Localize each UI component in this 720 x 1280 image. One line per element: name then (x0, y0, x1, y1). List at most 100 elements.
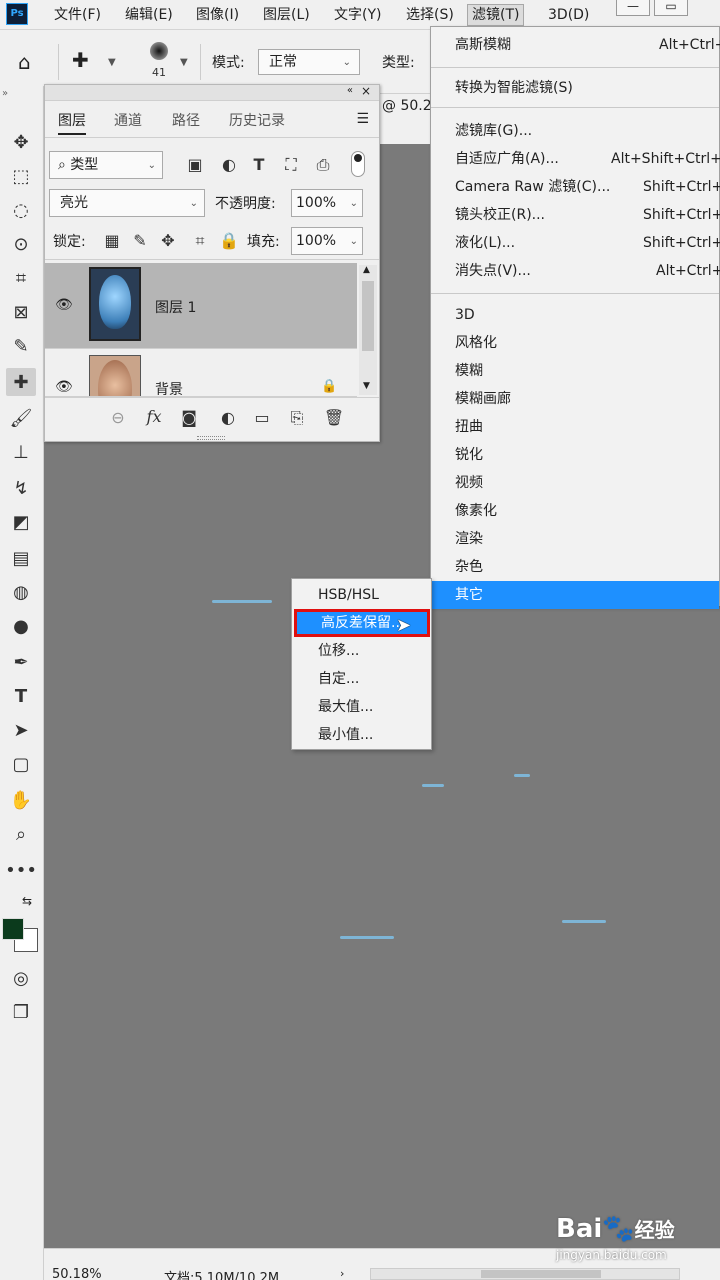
tab-layers[interactable]: 图层 (58, 107, 86, 135)
submenu-maximum[interactable]: 最大值... (318, 693, 373, 721)
adjustment-layer-icon[interactable]: ◐ (217, 408, 239, 427)
filter-liquify[interactable]: 液化(L)... Shift+Ctrl+ (455, 229, 720, 257)
menu-select[interactable]: 选择(S) (402, 4, 458, 26)
healing-brush-tool-icon[interactable]: ✚ (6, 368, 36, 396)
brush-preview-icon[interactable] (150, 42, 168, 60)
blur-tool-icon[interactable]: ◍ (6, 578, 36, 606)
chevron-up-icon[interactable]: ▲ (363, 265, 370, 275)
pen-tool-icon[interactable]: ✒ (6, 648, 36, 676)
menu-image[interactable]: 图像(I) (192, 4, 243, 26)
filter-other[interactable]: 其它 (431, 581, 719, 609)
panel-menu-icon[interactable]: ☰ (356, 111, 369, 127)
menu-3d[interactable]: 3D(D) (544, 4, 593, 26)
lock-pixels-icon[interactable]: ✎ (129, 231, 151, 250)
foreground-color-swatch[interactable] (2, 918, 24, 940)
lock-all-icon[interactable]: 🔒 (218, 231, 240, 250)
document-size[interactable]: 文档:5.10M/10.2M (164, 1267, 279, 1280)
chevron-down-icon[interactable]: ▼ (108, 57, 116, 68)
zoom-tool-icon[interactable]: ⌕ (6, 820, 36, 848)
dodge-tool-icon[interactable]: ● (6, 612, 36, 640)
tab-paths[interactable]: 路径 (172, 107, 200, 135)
healing-brush-icon[interactable]: ✚ (72, 48, 89, 72)
horizontal-scrollbar[interactable] (370, 1268, 680, 1280)
filter-toggle[interactable] (351, 151, 365, 177)
layer-row[interactable]: 👁 背景 🔒 (45, 349, 357, 397)
mode-select[interactable]: 正常 ⌄ (258, 49, 360, 75)
delete-layer-icon[interactable]: 🗑 (323, 408, 345, 427)
eyedropper-tool-icon[interactable]: ✎ (6, 332, 36, 360)
chevron-down-icon[interactable]: ▼ (180, 57, 188, 68)
collapse-panel-icon[interactable]: « (347, 85, 353, 96)
layer-filter-select[interactable]: ⌕ 类型 ⌄ (49, 151, 163, 179)
smart-object-filter-icon[interactable]: ⎙ (312, 155, 334, 175)
filter-noise[interactable]: 杂色 (455, 553, 720, 581)
close-icon[interactable]: × (361, 84, 371, 98)
type-tool-icon[interactable]: T (6, 682, 36, 710)
submenu-offset[interactable]: 位移... (318, 637, 359, 665)
blend-mode-select[interactable]: 亮光 ⌄ (49, 189, 205, 217)
zoom-readout[interactable]: 50.18% (52, 1267, 102, 1280)
resize-grip[interactable] (197, 436, 225, 440)
filter-blur[interactable]: 模糊 (455, 357, 720, 385)
visibility-eye-icon[interactable]: 👁 (55, 297, 73, 313)
filter-distort[interactable]: 扭曲 (455, 413, 720, 441)
brush-tool-icon[interactable]: 🖌 (6, 404, 36, 432)
opacity-input[interactable]: 100% ⌄ (291, 189, 363, 217)
gradient-tool-icon[interactable]: ▤ (6, 544, 36, 572)
filter-vanishing-point[interactable]: 消失点(V)... Alt+Ctrl+ (455, 257, 720, 285)
window-restore-button[interactable]: ▭ (654, 0, 688, 16)
lasso-tool-icon[interactable]: ◌ (6, 196, 36, 224)
scrollbar-thumb[interactable] (481, 1270, 601, 1278)
stamp-tool-icon[interactable]: ⊥ (6, 438, 36, 466)
quick-select-tool-icon[interactable]: ⊙ (6, 230, 36, 258)
fx-icon[interactable]: fx (143, 407, 165, 426)
layers-scrollbar[interactable]: ▲ ▼ (359, 265, 377, 395)
new-group-icon[interactable]: ▭ (251, 408, 273, 427)
submenu-minimum[interactable]: 最小值... (318, 721, 373, 749)
filter-video[interactable]: 视频 (455, 469, 720, 497)
shape-filter-icon[interactable]: ⛶ (280, 155, 302, 175)
menu-edit[interactable]: 编辑(E) (121, 4, 177, 26)
filter-render[interactable]: 渲染 (455, 525, 720, 553)
move-tool-icon[interactable]: ✥ (6, 128, 36, 156)
filter-convert-smart[interactable]: 转换为智能滤镜(S) (455, 74, 720, 102)
scrollbar-thumb[interactable] (362, 281, 374, 351)
tab-channels[interactable]: 通道 (114, 107, 142, 135)
window-minimize-button[interactable]: — (616, 0, 650, 16)
quick-mask-icon[interactable]: ◎ (6, 964, 36, 992)
new-layer-icon[interactable]: ⎘ (286, 408, 308, 428)
type-filter-icon[interactable]: T (248, 155, 270, 174)
submenu-hsb-hsl[interactable]: HSB/HSL (318, 581, 379, 609)
filter-pixelate[interactable]: 像素化 (455, 497, 720, 525)
layer-name[interactable]: 图层 1 (155, 297, 196, 317)
swap-colors-icon[interactable]: ⇆ (22, 894, 32, 908)
filter-adaptive-wide-angle[interactable]: 自适应广角(A)... Alt+Shift+Ctrl+ (455, 145, 720, 173)
pixel-filter-icon[interactable]: ▣ (184, 155, 206, 174)
menu-file[interactable]: 文件(F) (50, 4, 105, 26)
visibility-eye-icon[interactable]: 👁 (55, 379, 73, 395)
frame-tool-icon[interactable]: ⊠ (6, 298, 36, 326)
layer-row[interactable]: 👁 图层 1 (45, 263, 357, 349)
link-layers-icon[interactable]: ⊖ (107, 408, 129, 427)
filter-sharpen[interactable]: 锐化 (455, 441, 720, 469)
filter-lens-correction[interactable]: 镜头校正(R)... Shift+Ctrl+ (455, 201, 720, 229)
hand-tool-icon[interactable]: ✋ (6, 786, 36, 814)
collapse-icon[interactable]: » (2, 88, 8, 99)
history-brush-tool-icon[interactable]: ↯ (6, 474, 36, 502)
adjustment-filter-icon[interactable]: ◐ (218, 155, 240, 174)
chevron-down-icon[interactable]: ▼ (363, 381, 370, 391)
home-icon[interactable]: ⌂ (18, 50, 31, 74)
filter-blur-gallery[interactable]: 模糊画廊 (455, 385, 720, 413)
filter-gaussian-blur[interactable]: 高斯模糊 Alt+Ctrl+ (455, 31, 720, 59)
menu-layer[interactable]: 图层(L) (259, 4, 314, 26)
more-tools-icon[interactable]: ••• (5, 856, 37, 884)
path-select-tool-icon[interactable]: ➤ (6, 716, 36, 744)
filter-gallery[interactable]: 滤镜库(G)... (455, 117, 720, 145)
chevron-right-icon[interactable]: › (340, 1267, 344, 1280)
shape-tool-icon[interactable]: ▢ (6, 750, 36, 778)
layer-name[interactable]: 背景 (155, 379, 183, 396)
screen-mode-icon[interactable]: ❐ (6, 998, 36, 1026)
filter-camera-raw[interactable]: Camera Raw 滤镜(C)... Shift+Ctrl+ (455, 173, 720, 201)
lock-transparent-icon[interactable]: ▦ (101, 231, 123, 250)
document-tab[interactable]: @ 50.2 (376, 94, 432, 144)
